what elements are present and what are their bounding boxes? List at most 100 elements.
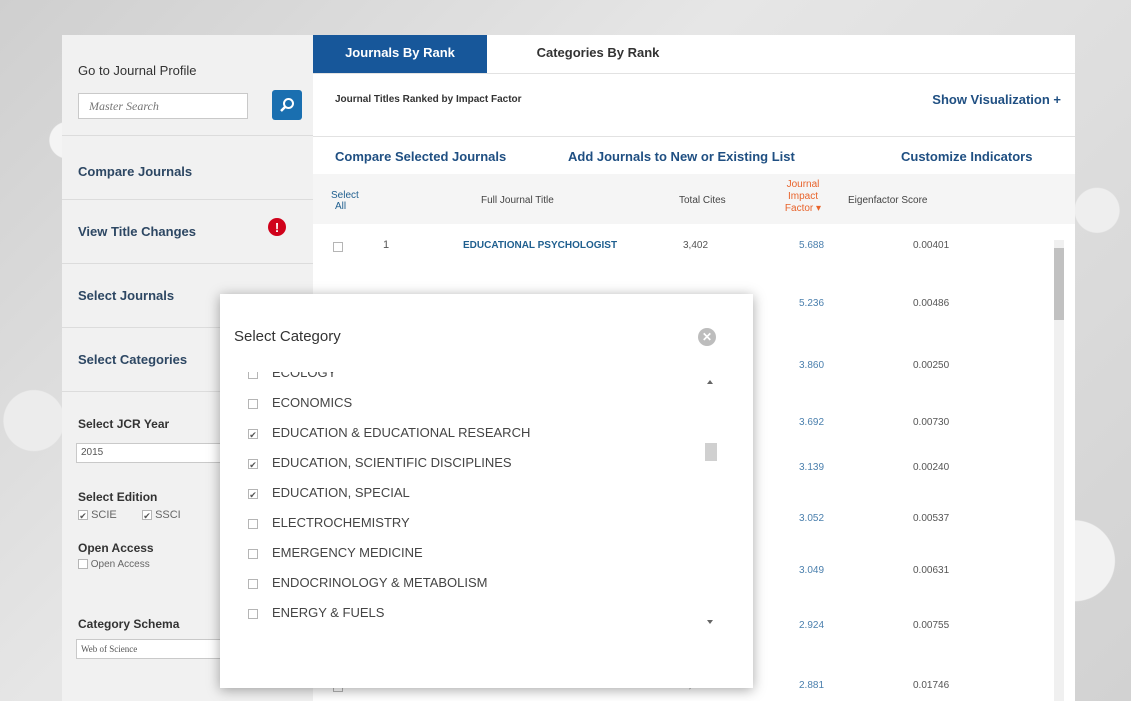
total-cites-header[interactable]: Total Cites [679, 195, 726, 206]
scroll-up-icon[interactable] [707, 380, 713, 384]
row-checkbox[interactable] [333, 242, 343, 252]
category-list: ECOLOGY ECONOMICS ✔ EDUCATION & EDUCATIONAL… [220, 372, 720, 636]
tab-journals-by-rank[interactable]: Journals By Rank [313, 35, 487, 73]
category-label: EMERGENCY MEDICINE [272, 545, 423, 560]
select-categories-label: Select Categories [78, 352, 188, 367]
row-impact-factor: 5.688 [799, 240, 825, 251]
category-label: ELECTROCHEMISTRY [272, 515, 410, 530]
category-item[interactable]: ELECTROCHEMISTRY [248, 513, 410, 533]
table-scrollbar[interactable] [1054, 240, 1064, 701]
row-eigenfactor: 0.00631 [913, 565, 950, 576]
category-checkbox[interactable] [248, 578, 258, 589]
category-checkbox[interactable]: ✔ [248, 458, 258, 470]
category-label: ENDOCRINOLOGY & METABOLISM [272, 575, 488, 590]
category-checkbox[interactable] [248, 608, 258, 619]
search-icon [280, 98, 294, 112]
row-total-cites: 3,402 [683, 240, 709, 251]
show-visualization-link[interactable]: Show Visualization + [932, 92, 1061, 107]
row-impact-factor: 3.052 [799, 513, 825, 524]
category-label: ECOLOGY [272, 372, 337, 380]
row-eigenfactor: 0.00537 [913, 513, 950, 524]
category-item[interactable]: ✔ EDUCATION, SCIENTIFIC DISCIPLINES [248, 453, 512, 473]
jif-header-line1[interactable]: Journal [781, 179, 825, 190]
row-impact-factor: 3.139 [799, 462, 825, 473]
row-rank: 1 [383, 239, 390, 251]
table-scroll-thumb[interactable] [1054, 248, 1064, 320]
select-year-label: Select JCR Year [78, 417, 170, 431]
edition-scie-option[interactable]: ✔ SCIE [78, 509, 117, 521]
category-label: EDUCATION, SCIENTIFIC DISCIPLINES [272, 455, 512, 470]
category-checkbox[interactable] [248, 372, 258, 379]
compare-journals-label: Compare Journals [78, 164, 193, 179]
eigenfactor-header[interactable]: Eigenfactor Score [848, 195, 928, 206]
row-eigenfactor: 0.00250 [913, 360, 950, 371]
compare-selected-link[interactable]: Compare Selected Journals [335, 149, 506, 164]
category-checkbox[interactable] [248, 398, 258, 409]
row-eigenfactor: 0.00401 [913, 240, 950, 251]
open-access-label: Open Access [78, 541, 154, 555]
add-journals-link[interactable]: Add Journals to New or Existing List [568, 149, 795, 164]
category-label: EDUCATION, SPECIAL [272, 485, 410, 500]
master-search-input[interactable] [78, 93, 248, 119]
tab-bar: Journals By Rank Categories By Rank [313, 35, 1075, 73]
row-impact-factor: 3.049 [799, 565, 825, 576]
edition-ssci-checkbox[interactable]: ✔ [142, 510, 152, 521]
customize-indicators-link[interactable]: Customize Indicators [901, 149, 1032, 164]
open-access-option[interactable]: Open Access [78, 559, 150, 570]
select-edition-label: Select Edition [78, 490, 158, 504]
open-access-option-label: Open Access [90, 559, 150, 570]
alert-icon: ! [268, 218, 286, 236]
category-item[interactable]: ENDOCRINOLOGY & METABOLISM [248, 573, 488, 593]
category-checkbox[interactable] [248, 518, 258, 529]
row-impact-factor: 5.236 [799, 298, 825, 309]
compare-journals-item[interactable]: Compare Journals [62, 136, 313, 200]
category-label: EDUCATION & EDUCATIONAL RESEARCH [272, 425, 531, 440]
tab-categories-by-rank[interactable]: Categories By Rank [503, 35, 693, 73]
edition-scie-checkbox[interactable]: ✔ [78, 510, 88, 521]
table-row: 1 EDUCATIONAL PSYCHOLOGIST 3,402 5.688 0.004… [313, 225, 1053, 265]
row-eigenfactor: 0.01746 [913, 680, 950, 691]
row-journal-title[interactable]: EDUCATIONAL PSYCHOLOGIST [463, 240, 617, 251]
view-title-changes-label: View Title Changes [78, 224, 197, 239]
ranked-by-label: Journal Titles Ranked by Impact Factor [335, 94, 522, 105]
edition-ssci-option[interactable]: ✔ SSCI [142, 509, 181, 521]
select-all-line1[interactable]: Select [331, 190, 359, 201]
category-schema-label: Category Schema [78, 617, 180, 631]
category-item[interactable]: ECOLOGY [248, 372, 336, 383]
table-header: Select All Full Journal Title Total Cite… [313, 174, 1075, 224]
row-eigenfactor: 0.00730 [913, 417, 950, 428]
category-scroll-thumb[interactable] [705, 443, 717, 461]
action-bar: Compare Selected Journals Add Journals t… [313, 136, 1075, 176]
goto-journal-section: Go to Journal Profile [62, 35, 313, 136]
edition-scie-label: SCIE [91, 509, 117, 521]
category-item[interactable]: EMERGENCY MEDICINE [248, 543, 423, 563]
row-eigenfactor: 0.00755 [913, 620, 950, 631]
scroll-down-icon[interactable] [707, 620, 713, 624]
category-item[interactable]: ECONOMICS [248, 393, 352, 413]
category-item[interactable]: ENERGY & FUELS [248, 603, 384, 623]
category-label: ENERGY & FUELS [272, 605, 385, 620]
modal-title: Select Category [234, 328, 341, 345]
category-checkbox[interactable]: ✔ [248, 488, 258, 500]
full-title-header: Full Journal Title [481, 195, 554, 206]
category-label: ECONOMICS [272, 395, 353, 410]
row-impact-factor: 2.924 [799, 620, 825, 631]
search-button[interactable] [272, 90, 302, 120]
goto-journal-title: Go to Journal Profile [78, 63, 197, 78]
row-impact-factor: 3.692 [799, 417, 825, 428]
category-list-scrollbar[interactable] [702, 372, 720, 636]
jif-header-line3[interactable]: Factor ▾ [781, 203, 825, 214]
category-checkbox[interactable]: ✔ [248, 428, 258, 440]
category-item[interactable]: ✔ EDUCATION, SPECIAL [248, 483, 410, 503]
open-access-checkbox[interactable] [78, 559, 88, 570]
row-eigenfactor: 0.00240 [913, 462, 950, 473]
edition-ssci-label: SSCI [155, 509, 181, 521]
close-icon[interactable]: ✕ [698, 328, 716, 346]
select-journals-label: Select Journals [78, 288, 175, 303]
select-all-line2[interactable]: All [335, 201, 346, 212]
row-impact-factor: 3.860 [799, 360, 825, 371]
row-impact-factor: 2.881 [799, 680, 825, 691]
category-item[interactable]: ✔ EDUCATION & EDUCATIONAL RESEARCH [248, 423, 530, 443]
jif-header-line2[interactable]: Impact [781, 191, 825, 202]
category-checkbox[interactable] [248, 548, 258, 559]
